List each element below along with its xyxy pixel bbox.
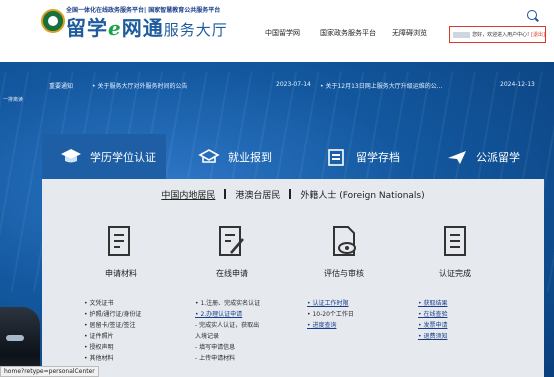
tab-label: 学历学位认证 bbox=[90, 150, 156, 164]
region-separator bbox=[289, 189, 292, 199]
tab-degree-certification[interactable]: 学历学位认证 bbox=[42, 134, 166, 179]
tab-label: 就业报到 bbox=[228, 150, 272, 164]
materials-list: • 文凭证书 • 护照/通行证/身份证 • 居留卡/签证/签注 • 证件照片 •… bbox=[84, 298, 142, 364]
region-foreign[interactable]: 外籍人士 (Foreign Nationals) bbox=[300, 191, 424, 201]
list-item: - 上传申请材料 bbox=[195, 355, 236, 362]
list-item: • 10-20个工作日 bbox=[307, 311, 354, 318]
browser-status-url: home?retype=personalCenter bbox=[0, 366, 99, 377]
site-header: 全国一体化在线政务服务平台| 国家智慧教育公共服务平台 留学e网通服务大厅 中国… bbox=[0, 0, 554, 62]
list-item[interactable]: • 护照/通行证/身份证 bbox=[84, 309, 142, 320]
logo-title-tail: 服务大厅 bbox=[163, 21, 228, 39]
logo-title-b: 网通 bbox=[121, 16, 164, 40]
step-label-complete: 认证完成 bbox=[439, 269, 471, 278]
user-center-box[interactable]: 您好，欢迎进入用户中心! [退出] bbox=[449, 26, 546, 43]
nav-link-cscse[interactable]: 中国留学网 bbox=[265, 28, 300, 38]
nav-link-gov-platform[interactable]: 国家政务服务平台 bbox=[320, 28, 376, 38]
search-icon[interactable] bbox=[527, 10, 537, 20]
tab-public-study-abroad[interactable]: 公派留学 bbox=[446, 134, 520, 179]
tab-label: 留学存档 bbox=[356, 150, 400, 164]
logo-icon[interactable] bbox=[41, 9, 65, 33]
list-item[interactable]: • 获取结果 bbox=[418, 298, 447, 309]
list-item[interactable]: • 认证工作时限 bbox=[307, 298, 354, 309]
briefcase-icon bbox=[198, 148, 220, 163]
list-item[interactable]: • 文凭证书 bbox=[84, 298, 142, 309]
list-item[interactable]: • 2.办理认证申请 bbox=[195, 309, 260, 320]
step-label-apply-online: 在线申请 bbox=[216, 269, 248, 278]
notice-label: 重要通知 bbox=[49, 83, 74, 90]
notice-date-2: 2024-12-13 bbox=[500, 81, 535, 88]
user-greeting: 您好，欢迎进入用户中心! bbox=[472, 32, 530, 38]
logo-title-a: 留学 bbox=[66, 16, 108, 40]
tab-archive[interactable]: 留学存档 bbox=[326, 134, 400, 179]
document-list-icon bbox=[108, 226, 130, 256]
step-label-materials: 申请材料 bbox=[105, 269, 137, 278]
tab-content-panel: 中国内地居民 港澳台居民 外籍人士 (Foreign Nationals) 申请材料… bbox=[42, 179, 544, 377]
complete-list: • 获取结果 • 在线查验 • 发票申请 • 退费须知 bbox=[418, 298, 447, 342]
graduation-cap-icon bbox=[61, 148, 81, 162]
archive-icon bbox=[328, 148, 344, 166]
tab-label: 公派留学 bbox=[476, 150, 520, 164]
list-item[interactable]: • 1.注册、完成实名认证 bbox=[195, 298, 260, 309]
list-item: - 完成实人认证，获取出 bbox=[195, 322, 260, 329]
list-item: - 填写申请信息 bbox=[195, 344, 236, 351]
list-item[interactable]: • 退费须知 bbox=[418, 331, 447, 342]
nav-link-accessibility[interactable]: 无障碍浏览 bbox=[392, 28, 427, 38]
list-item: 入境记录 bbox=[195, 333, 220, 340]
side-label: 一排离读 bbox=[3, 97, 24, 103]
logout-link[interactable]: [退出] bbox=[531, 31, 545, 38]
notice-date-1: 2023-07-14 bbox=[276, 81, 311, 88]
username-redacted bbox=[453, 31, 471, 38]
logo-title-e: e bbox=[108, 16, 122, 40]
list-item[interactable]: • 授权声明 bbox=[84, 342, 142, 353]
tab-employment-report[interactable]: 就业报到 bbox=[198, 134, 272, 179]
list-item[interactable]: • 发票申请 bbox=[418, 320, 447, 331]
notice-item-1[interactable]: • 关于服务大厅对外服务时间的公告 bbox=[92, 81, 187, 90]
region-separator bbox=[224, 189, 227, 199]
region-mainland[interactable]: 中国内地居民 bbox=[161, 191, 215, 201]
list-item[interactable]: • 进度查询 bbox=[307, 320, 354, 331]
list-item[interactable]: • 证件照片 bbox=[84, 331, 142, 342]
site-logo-title[interactable]: 留学e网通服务大厅 bbox=[66, 12, 228, 41]
list-item[interactable]: • 居留卡/签证/签注 bbox=[84, 320, 142, 331]
document-review-icon bbox=[333, 226, 356, 256]
review-list: • 认证工作时限 • 10-20个工作日 • 进度查询 bbox=[307, 298, 354, 331]
region-hk-mo-tw[interactable]: 港澳台居民 bbox=[235, 191, 280, 201]
region-selector: 中国内地居民 港澳台居民 外籍人士 (Foreign Nationals) bbox=[42, 188, 544, 201]
car-headlight bbox=[6, 335, 24, 341]
step-label-review: 评估与审核 bbox=[324, 269, 364, 278]
notice-item-2[interactable]: • 关于12月13日网上服务大厅升级运维的公... bbox=[320, 81, 442, 90]
airplane-icon bbox=[448, 150, 466, 164]
apply-online-list: • 1.注册、完成实名认证 • 2.办理认证申请 - 完成实人认证，获取出 入境… bbox=[195, 298, 260, 364]
list-item[interactable]: • 其他材料 bbox=[84, 353, 142, 364]
certificate-icon bbox=[444, 226, 466, 256]
edit-form-icon bbox=[219, 226, 244, 256]
list-item[interactable]: • 在线查验 bbox=[418, 309, 447, 320]
